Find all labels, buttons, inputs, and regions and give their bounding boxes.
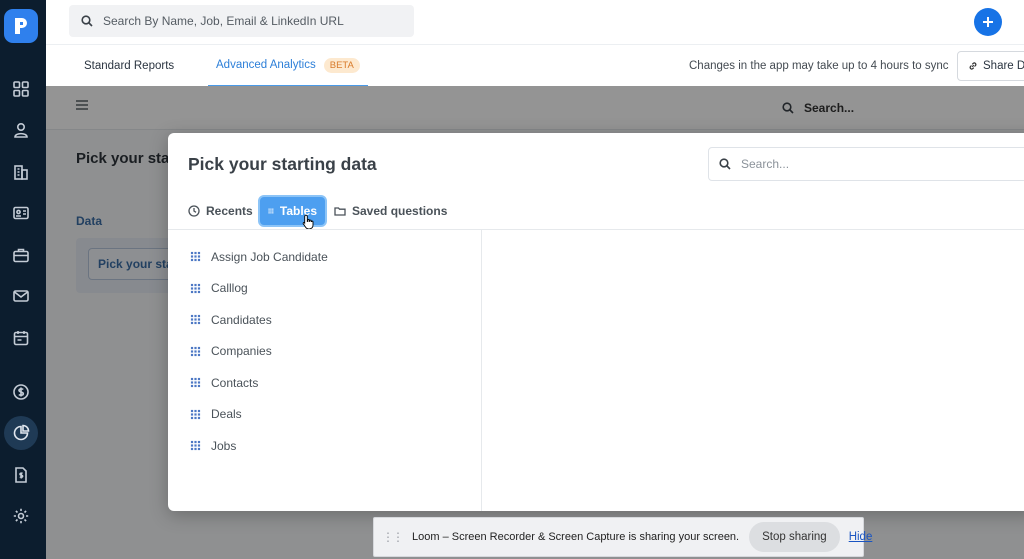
calendar-icon bbox=[13, 331, 29, 346]
table-item[interactable]: Jobs bbox=[182, 430, 472, 462]
folder-icon bbox=[334, 207, 346, 216]
sidebar bbox=[0, 0, 46, 559]
nav-companies[interactable] bbox=[4, 155, 38, 189]
table-item[interactable]: Calllog bbox=[182, 273, 472, 305]
logo-icon bbox=[15, 18, 27, 34]
modal-search-input[interactable] bbox=[741, 157, 1021, 171]
link-icon bbox=[969, 62, 977, 70]
table-grid-icon bbox=[190, 252, 201, 262]
nav-mail[interactable] bbox=[4, 279, 38, 313]
screen-share-message: Loom – Screen Recorder & Screen Capture … bbox=[412, 531, 740, 543]
clock-icon bbox=[188, 205, 200, 217]
modal-column-divider bbox=[481, 230, 482, 511]
mail-icon bbox=[13, 290, 29, 302]
id-card-icon bbox=[13, 206, 29, 220]
global-search-input[interactable] bbox=[103, 14, 403, 28]
nav-invoices[interactable] bbox=[4, 458, 38, 492]
table-grid-icon bbox=[190, 346, 201, 356]
drag-handle-icon[interactable]: ⋮⋮ bbox=[382, 530, 404, 544]
hide-link[interactable]: Hide bbox=[849, 531, 873, 543]
tab-saved-questions[interactable]: Saved questions bbox=[326, 195, 455, 227]
modal-search[interactable] bbox=[708, 147, 1024, 181]
pie-chart-icon bbox=[13, 424, 30, 441]
table-item[interactable]: Assign Job Candidate bbox=[182, 241, 472, 273]
table-item-label: Deals bbox=[211, 407, 242, 422]
table-item-label: Assign Job Candidate bbox=[211, 249, 328, 264]
grid-icon bbox=[13, 81, 29, 97]
table-item[interactable]: Candidates bbox=[182, 304, 472, 336]
nav-dashboard[interactable] bbox=[4, 72, 38, 106]
table-grid-icon bbox=[190, 378, 201, 388]
table-grid-icon bbox=[190, 409, 201, 419]
table-item[interactable]: Companies bbox=[182, 336, 472, 368]
tab-saved-label: Saved questions bbox=[352, 204, 448, 218]
app-logo[interactable] bbox=[4, 9, 38, 43]
nav-billing[interactable] bbox=[4, 375, 38, 409]
nav-settings[interactable] bbox=[4, 499, 38, 533]
share-dashboard-button[interactable]: Share Da bbox=[957, 51, 1024, 81]
invoice-icon bbox=[15, 467, 27, 483]
table-grid-icon bbox=[190, 315, 201, 325]
nav-analytics[interactable] bbox=[4, 416, 38, 450]
stop-sharing-button[interactable]: Stop sharing bbox=[749, 522, 840, 552]
table-item-label: Candidates bbox=[211, 312, 272, 327]
nav-candidates[interactable] bbox=[4, 196, 38, 230]
nav-calendar[interactable] bbox=[4, 321, 38, 355]
search-icon bbox=[81, 15, 93, 27]
table-item[interactable]: Deals bbox=[182, 399, 472, 431]
contact-icon bbox=[14, 122, 28, 138]
modal-title: Pick your starting data bbox=[188, 154, 377, 174]
report-tabs: Standard Reports Advanced Analytics BETA… bbox=[46, 44, 1024, 87]
plus-icon bbox=[983, 17, 993, 27]
beta-badge: BETA bbox=[323, 57, 360, 73]
building-icon bbox=[14, 165, 28, 180]
global-search[interactable] bbox=[69, 5, 414, 37]
table-grid-icon bbox=[190, 441, 201, 451]
share-label: Share Da bbox=[983, 60, 1024, 72]
table-grid-icon bbox=[268, 208, 274, 214]
tab-standard-label: Standard Reports bbox=[84, 60, 175, 72]
gear-icon bbox=[13, 508, 29, 524]
nav-jobs[interactable] bbox=[4, 238, 38, 272]
tab-recents[interactable]: Recents bbox=[180, 195, 261, 227]
tab-advanced-analytics[interactable]: Advanced Analytics BETA bbox=[208, 45, 368, 87]
table-item[interactable]: Contacts bbox=[182, 367, 472, 399]
add-button[interactable] bbox=[974, 8, 1002, 36]
table-item-label: Jobs bbox=[211, 438, 237, 453]
top-bar bbox=[46, 0, 1024, 44]
table-grid-icon bbox=[190, 283, 201, 293]
table-item-label: Contacts bbox=[211, 375, 259, 390]
pick-data-modal: Pick your starting data Recents Tables S… bbox=[168, 133, 1024, 511]
hand-cursor-icon bbox=[302, 214, 314, 230]
modal-divider bbox=[168, 229, 1024, 230]
table-item-label: Companies bbox=[211, 344, 272, 359]
dollar-icon bbox=[13, 384, 29, 400]
table-item-label: Calllog bbox=[211, 281, 248, 296]
tab-recents-label: Recents bbox=[206, 204, 253, 218]
screen-share-bar: ⋮⋮ Loom – Screen Recorder & Screen Captu… bbox=[373, 517, 872, 557]
sync-note: Changes in the app may take up to 4 hour… bbox=[689, 60, 949, 72]
tab-standard-reports[interactable]: Standard Reports bbox=[84, 45, 174, 87]
table-list: Assign Job Candidate Calllog Candidates Com… bbox=[182, 241, 472, 462]
tab-advanced-label: Advanced Analytics bbox=[216, 59, 316, 71]
nav-contacts[interactable] bbox=[4, 113, 38, 147]
briefcase-icon bbox=[13, 248, 29, 263]
search-icon bbox=[719, 158, 731, 170]
tab-tables[interactable]: Tables bbox=[258, 195, 327, 227]
